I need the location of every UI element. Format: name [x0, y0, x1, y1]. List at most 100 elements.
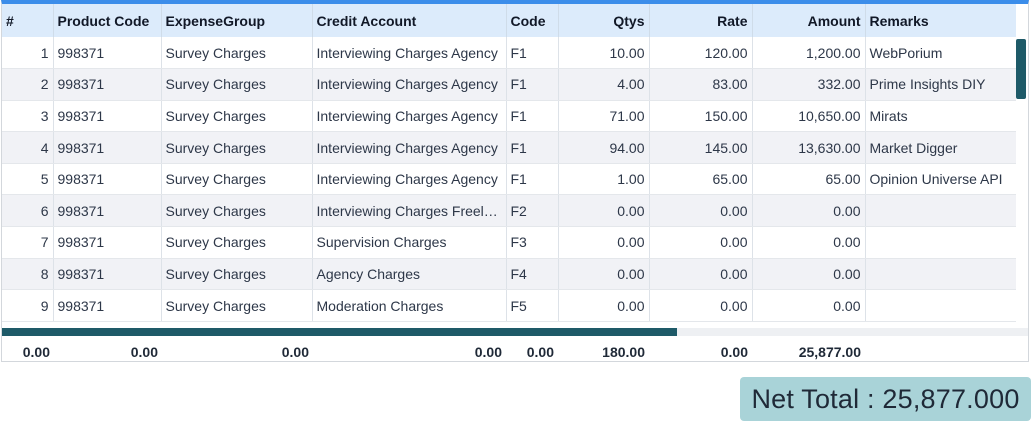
cell-credit-account[interactable]: Interviewing Charges Agency	[312, 131, 507, 164]
cell-amount[interactable]: 0.00	[752, 226, 866, 259]
cell-qtys[interactable]: 4.00	[558, 68, 650, 101]
cell-rate[interactable]: 120.00	[649, 37, 753, 70]
cell-code[interactable]: F2	[506, 194, 559, 228]
cell-product-code[interactable]: 998371	[53, 226, 162, 259]
table-row[interactable]: 7 998371 Survey Charges Supervision Charges…	[2, 226, 1016, 259]
column-header-expense-group[interactable]: ExpenseGroup	[161, 4, 313, 37]
cell-expense-group[interactable]: Survey Charges	[161, 163, 313, 196]
cell-index[interactable]: 3	[2, 100, 54, 133]
cell-remarks[interactable]	[865, 258, 1016, 291]
horizontal-scrollbar-thumb[interactable]	[2, 328, 677, 336]
cell-code[interactable]: F3	[506, 226, 559, 259]
column-header-qtys[interactable]: Qtys	[558, 4, 650, 37]
cell-amount[interactable]: 65.00	[752, 163, 866, 196]
cell-qtys[interactable]: 10.00	[558, 37, 650, 70]
cell-expense-group[interactable]: Survey Charges	[161, 37, 313, 70]
cell-product-code[interactable]: 998371	[53, 258, 162, 291]
horizontal-scrollbar[interactable]	[2, 328, 1028, 336]
table-row[interactable]: 4 998371 Survey Charges Interviewing Charge…	[2, 131, 1016, 164]
cell-expense-group[interactable]: Survey Charges	[161, 194, 313, 228]
cell-qtys[interactable]: 71.00	[558, 100, 650, 133]
cell-index[interactable]: 9	[2, 289, 54, 322]
cell-rate[interactable]: 83.00	[649, 68, 753, 101]
cell-code[interactable]: F5	[506, 289, 559, 322]
cell-product-code[interactable]: 998371	[53, 100, 162, 133]
cell-code[interactable]: F1	[506, 163, 559, 196]
cell-remarks[interactable]: Market Digger	[865, 131, 1016, 164]
cell-product-code[interactable]: 998371	[53, 37, 162, 70]
vertical-scrollbar-thumb[interactable]	[1016, 39, 1026, 99]
cell-rate[interactable]: 145.00	[649, 131, 753, 164]
cell-remarks[interactable]	[865, 226, 1016, 259]
cell-qtys[interactable]: 94.00	[558, 131, 650, 164]
cell-product-code[interactable]: 998371	[53, 131, 162, 164]
cell-credit-account[interactable]: Interviewing Charges Freela...	[312, 194, 507, 228]
table-row[interactable]: 8 998371 Survey Charges Agency Charges F4 0.0…	[2, 258, 1016, 291]
cell-qtys[interactable]: 1.00	[558, 163, 650, 196]
column-header-code[interactable]: Code	[506, 4, 559, 37]
table-row[interactable]: 5 998371 Survey Charges Interviewing Charge…	[2, 163, 1016, 196]
table-row[interactable]: 1 998371 Survey Charges Interviewing Charge…	[2, 37, 1016, 70]
cell-amount[interactable]: 0.00	[752, 258, 866, 291]
table-row[interactable]: 9 998371 Survey Charges Moderation Charges F…	[2, 289, 1016, 322]
cell-amount[interactable]: 13,630.00	[752, 131, 866, 164]
cell-expense-group[interactable]: Survey Charges	[161, 68, 313, 101]
cell-remarks[interactable]	[865, 289, 1016, 322]
cell-index[interactable]: 6	[2, 194, 54, 228]
cell-expense-group[interactable]: Survey Charges	[161, 289, 313, 322]
cell-amount[interactable]: 0.00	[752, 194, 866, 228]
cell-index[interactable]: 8	[2, 258, 54, 291]
cell-index[interactable]: 2	[2, 68, 54, 101]
cell-amount[interactable]: 332.00	[752, 68, 866, 101]
cell-rate[interactable]: 0.00	[649, 258, 753, 291]
cell-qtys[interactable]: 0.00	[558, 258, 650, 291]
column-header-index[interactable]: #	[2, 4, 54, 37]
cell-rate[interactable]: 0.00	[649, 226, 753, 259]
cell-index[interactable]: 4	[2, 131, 54, 164]
cell-credit-account[interactable]: Agency Charges	[312, 258, 507, 291]
cell-remarks[interactable]: Prime Insights DIY	[865, 68, 1016, 101]
cell-amount[interactable]: 0.00	[752, 289, 866, 322]
cell-credit-account[interactable]: Interviewing Charges Agency	[312, 37, 507, 70]
cell-code[interactable]: F1	[506, 100, 559, 133]
cell-credit-account[interactable]: Interviewing Charges Agency	[312, 68, 507, 101]
cell-code[interactable]: F1	[506, 37, 559, 70]
cell-product-code[interactable]: 998371	[53, 68, 162, 101]
cell-rate[interactable]: 0.00	[649, 289, 753, 322]
cell-qtys[interactable]: 0.00	[558, 289, 650, 322]
cell-expense-group[interactable]: Survey Charges	[161, 100, 313, 133]
cell-product-code[interactable]: 998371	[53, 194, 162, 228]
cell-qtys[interactable]: 0.00	[558, 194, 650, 228]
table-row[interactable]: 2 998371 Survey Charges Interviewing Charge…	[2, 68, 1016, 101]
cell-index[interactable]: 7	[2, 226, 54, 259]
cell-expense-group[interactable]: Survey Charges	[161, 226, 313, 259]
cell-qtys[interactable]: 0.00	[558, 226, 650, 259]
column-header-credit-account[interactable]: Credit Account	[312, 4, 507, 37]
cell-index[interactable]: 1	[2, 37, 54, 70]
cell-credit-account[interactable]: Moderation Charges	[312, 289, 507, 322]
column-header-amount[interactable]: Amount	[752, 4, 866, 37]
cell-remarks[interactable]	[865, 194, 1016, 228]
cell-expense-group[interactable]: Survey Charges	[161, 258, 313, 291]
column-header-remarks[interactable]: Remarks	[865, 4, 1016, 37]
table-row[interactable]: 6 998371 Survey Charges Interviewing Charge…	[2, 194, 1016, 228]
cell-amount[interactable]: 10,650.00	[752, 100, 866, 133]
cell-credit-account[interactable]: Interviewing Charges Agency	[312, 100, 507, 133]
cell-code[interactable]: F1	[506, 131, 559, 164]
cell-code[interactable]: F1	[506, 68, 559, 101]
column-header-rate[interactable]: Rate	[649, 4, 753, 37]
cell-remarks[interactable]: Opinion Universe API	[865, 163, 1016, 196]
cell-rate[interactable]: 150.00	[649, 100, 753, 133]
cell-index[interactable]: 5	[2, 163, 54, 196]
cell-expense-group[interactable]: Survey Charges	[161, 131, 313, 164]
cell-credit-account[interactable]: Supervision Charges	[312, 226, 507, 259]
cell-product-code[interactable]: 998371	[53, 163, 162, 196]
cell-rate[interactable]: 0.00	[649, 194, 753, 228]
cell-product-code[interactable]: 998371	[53, 289, 162, 322]
column-header-product-code[interactable]: Product Code	[53, 4, 162, 37]
cell-credit-account[interactable]: Interviewing Charges Agency	[312, 163, 507, 196]
table-row[interactable]: 3 998371 Survey Charges Interviewing Charge…	[2, 100, 1016, 133]
cell-rate[interactable]: 65.00	[649, 163, 753, 196]
cell-amount[interactable]: 1,200.00	[752, 37, 866, 70]
cell-remarks[interactable]: Mirats	[865, 100, 1016, 133]
